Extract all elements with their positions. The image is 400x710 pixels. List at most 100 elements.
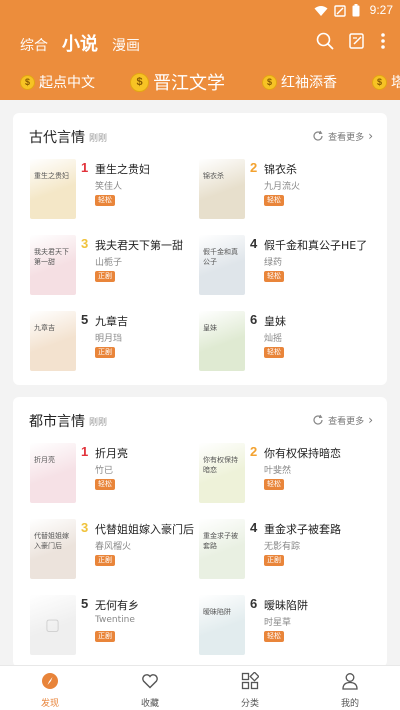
book-author: 灿摇 [264,334,283,344]
book-title[interactable]: 你有权保持暗恋 [264,445,341,461]
search-icon[interactable] [316,32,334,50]
cover-title: 代替姐姐嫁入豪门后 [34,532,69,550]
source-jinjiang[interactable]: $ 晋江文学 [130,64,225,100]
book-title[interactable]: 折月亮 [95,445,128,461]
book-cover[interactable]: 重金求子被套路 [199,519,245,579]
source-hongxiu[interactable]: $ 红袖添香 [262,64,337,100]
book-item[interactable]: 锦衣杀 2 锦衣杀 九月流火 轻松 [199,159,367,221]
book-rank: 4 [250,236,258,251]
placeholder-book-icon: ▢ [45,615,61,634]
edit-note-icon[interactable] [348,32,366,50]
battery-saver-icon [334,4,346,17]
book-cover[interactable]: 代替姐姐嫁入豪门后 [30,519,76,579]
book-tag-badge: 正剧 [95,347,115,358]
section-card-urban-romance: 都市言情 刚刚 查看更多 › 折月亮 1 折月亮 竹已 轻松 你有权保持暗恋 2 你有权保持暗恋 叶斐然… [13,397,387,667]
book-tag-badge: 轻松 [264,347,284,358]
book-item[interactable]: 九章吉 5 九章吉 明月珰 正剧 [30,311,198,373]
book-title[interactable]: 我夫君天下第一甜 [95,237,183,253]
section-updated: 刚刚 [89,134,108,144]
book-rank: 3 [81,236,89,251]
money-bag-icon: $ [372,74,387,90]
book-item[interactable]: 我夫君天下第一甜 3 我夫君天下第一甜 山栀子 正剧 [30,235,198,297]
book-cover[interactable]: 九章吉 [30,311,76,371]
book-cover[interactable]: 我夫君天下第一甜 [30,235,76,295]
book-author: 叶斐然 [264,466,292,476]
tab-novel[interactable]: 小说 [62,30,98,56]
book-rank: 5 [81,596,89,611]
book-rank: 5 [81,312,89,327]
book-tag-badge: 轻松 [95,195,115,206]
book-cover[interactable]: 假千金和真公子 [199,235,245,295]
money-bag-icon: $ [262,74,277,90]
book-tag-badge: 轻松 [264,479,284,490]
chevron-right-icon: › [368,413,373,427]
book-item[interactable]: 假千金和真公子 4 假千金和真公子HE了 绿药 轻松 [199,235,367,297]
cover-title: 折月亮 [34,456,55,464]
tab-comic[interactable]: 漫画 [112,35,140,55]
book-title[interactable]: 锦衣杀 [264,161,297,177]
section-card-ancient-romance: 古代言情 刚刚 查看更多 › 重生之贵妇 1 重生之贵妇 笑佳人 轻松 锦衣杀 2 锦衣杀 九月流火 轻松… [13,113,387,385]
category-tabs: 综合 小说 漫画 [20,30,140,56]
book-title[interactable]: 假千金和真公子HE了 [264,237,367,253]
book-title[interactable]: 代替姐姐嫁入豪门后 [95,521,194,537]
book-item[interactable]: 代替姐姐嫁入豪门后 3 代替姐姐嫁入豪门后 春风榴火 正剧 [30,519,198,581]
book-title[interactable]: 暧昧陷阱 [264,597,308,613]
cover-title: 九章吉 [34,324,55,332]
book-item[interactable]: 重生之贵妇 1 重生之贵妇 笑佳人 轻松 [30,159,198,221]
book-item[interactable]: 皇妹 6 皇妹 灿摇 轻松 [199,311,367,373]
book-rank: 2 [250,160,258,175]
status-bar: 9:27 [0,0,400,22]
category-icon [241,671,260,690]
book-cover[interactable]: 皇妹 [199,311,245,371]
book-cover[interactable]: 重生之贵妇 [30,159,76,219]
section-updated: 刚刚 [89,418,108,428]
nav-label: 我的 [340,699,359,709]
book-item[interactable]: 暧昧陷阱 6 暧昧陷阱 时星草 轻松 [199,595,367,657]
bottom-nav: 发现 收藏 分类 我的 [0,665,400,710]
tab-comprehensive[interactable]: 综合 [20,35,48,55]
book-title[interactable]: 重生之贵妇 [95,161,150,177]
book-author: 春风榴火 [95,542,132,552]
source-partial[interactable]: $ 塔 [372,64,400,100]
book-item[interactable]: 你有权保持暗恋 2 你有权保持暗恋 叶斐然 轻松 [199,443,367,505]
status-icons [314,4,360,17]
more-vertical-icon[interactable] [380,32,386,50]
book-tag-badge: 正剧 [264,555,284,566]
book-cover[interactable]: ▢ [30,595,76,655]
book-item[interactable]: 折月亮 1 折月亮 竹已 轻松 [30,443,198,505]
book-rank: 4 [250,520,258,535]
user-icon [342,673,358,690]
cover-title: 你有权保持暗恋 [203,456,238,474]
money-bag-icon: $ [130,72,149,92]
book-title[interactable]: 重金求子被套路 [264,521,341,537]
book-cover[interactable]: 锦衣杀 [199,159,245,219]
book-tag-badge: 正剧 [95,555,115,566]
book-cover[interactable]: 你有权保持暗恋 [199,443,245,503]
see-more-label: 查看更多 [328,416,365,427]
see-more-link[interactable]: 查看更多 › [312,129,373,143]
book-author: 九月流火 [264,182,301,192]
book-cover[interactable]: 折月亮 [30,443,76,503]
discover-icon [42,673,58,689]
book-title[interactable]: 皇妹 [264,313,286,329]
nav-favorites[interactable]: 收藏 [120,672,180,709]
book-title[interactable]: 无何有乡 [95,597,139,613]
cover-title: 暧昧陷阱 [203,608,231,616]
book-tag-badge: 轻松 [264,631,284,642]
book-item[interactable]: ▢ 5 无何有乡 Twentine 正剧 [30,595,198,657]
section-title: 都市言情 [29,414,85,430]
nav-category[interactable]: 分类 [220,671,280,709]
source-label: 红袖添香 [281,75,337,91]
status-time: 9:27 [369,3,393,17]
battery-icon [352,4,360,17]
see-more-link[interactable]: 查看更多 › [312,413,373,427]
wifi-icon [314,5,328,16]
book-tag-badge: 轻松 [264,195,284,206]
book-cover[interactable]: 暧昧陷阱 [199,595,245,655]
book-item[interactable]: 重金求子被套路 4 重金求子被套路 无影有踪 正剧 [199,519,367,581]
source-qidian[interactable]: $ 起点中文 [20,64,95,100]
book-author: Twentine [95,615,135,625]
nav-mine[interactable]: 我的 [320,672,380,709]
book-title[interactable]: 九章吉 [95,313,128,329]
nav-discover[interactable]: 发现 [20,672,80,709]
